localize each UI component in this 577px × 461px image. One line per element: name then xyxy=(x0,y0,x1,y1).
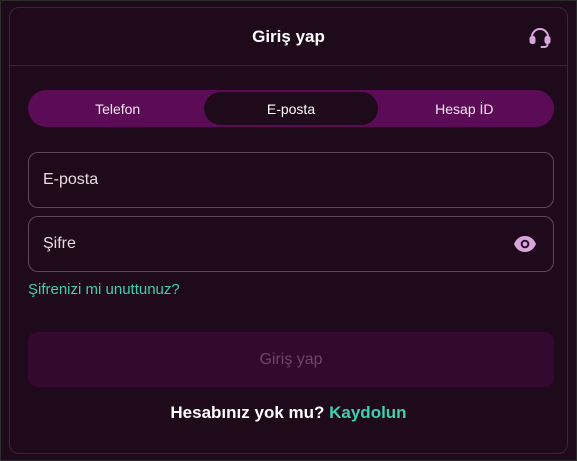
headset-icon[interactable] xyxy=(527,24,553,50)
login-button-label: Giriş yap xyxy=(259,350,323,368)
card-header: Giriş yap xyxy=(10,8,567,66)
password-field[interactable] xyxy=(29,217,553,271)
login-method-tabs: Telefon E-posta Hesap İD xyxy=(28,90,554,127)
login-card: Giriş yap Telefon E-posta Hesap İD E-pos… xyxy=(9,7,568,454)
tab-label: Hesap İD xyxy=(435,100,494,117)
eye-icon[interactable] xyxy=(513,234,537,254)
signup-row: Hesabınız yok mu? Kaydolun xyxy=(10,403,567,423)
login-button[interactable]: Giriş yap xyxy=(28,332,554,387)
page-title: Giriş yap xyxy=(252,26,325,46)
tab-label: E-posta xyxy=(266,100,316,117)
forgot-password-link[interactable]: Şifrenizi mi unuttunuz? xyxy=(28,281,180,298)
signup-question: Hesabınız yok mu? xyxy=(170,403,325,422)
signup-link[interactable]: Kaydolun xyxy=(329,403,406,422)
window-frame: Giriş yap Telefon E-posta Hesap İD E-pos… xyxy=(0,0,577,461)
password-field-container xyxy=(28,216,554,272)
tab-label: Telefon xyxy=(95,100,141,117)
email-field[interactable] xyxy=(29,153,553,207)
tab-telefon[interactable]: Telefon xyxy=(31,92,204,125)
tab-hesap-id[interactable]: Hesap İD xyxy=(378,92,551,125)
email-field-container xyxy=(28,152,554,208)
tab-e-posta[interactable]: E-posta xyxy=(204,92,378,125)
